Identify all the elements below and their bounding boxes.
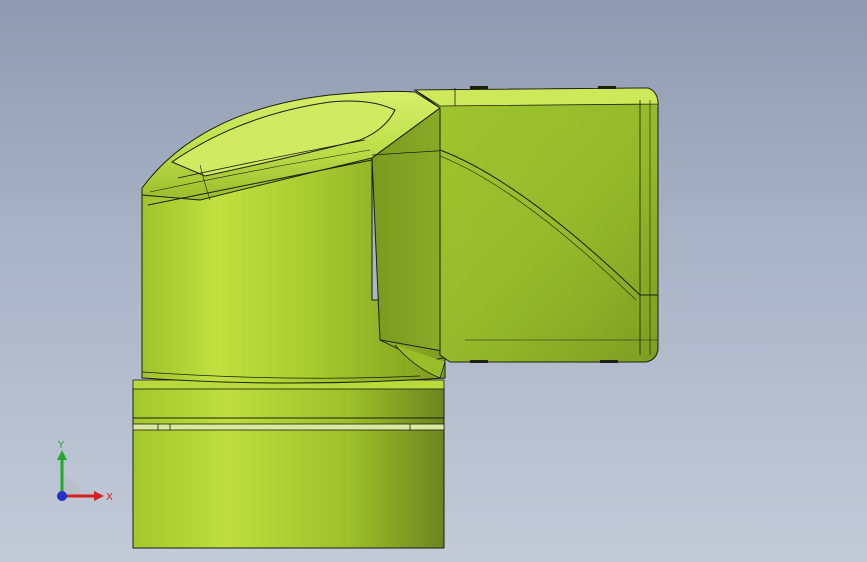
- y-axis-label: Y: [57, 440, 65, 451]
- z-axis-dot: [57, 491, 67, 501]
- coordinate-triad: Y X: [57, 440, 113, 503]
- x-axis-label: X: [106, 492, 113, 503]
- 3d-model-view[interactable]: [0, 0, 867, 562]
- base-cylinder[interactable]: [132, 379, 445, 549]
- graphics-viewport[interactable]: Y X: [0, 0, 867, 562]
- elbow-side-box[interactable]: [413, 86, 659, 363]
